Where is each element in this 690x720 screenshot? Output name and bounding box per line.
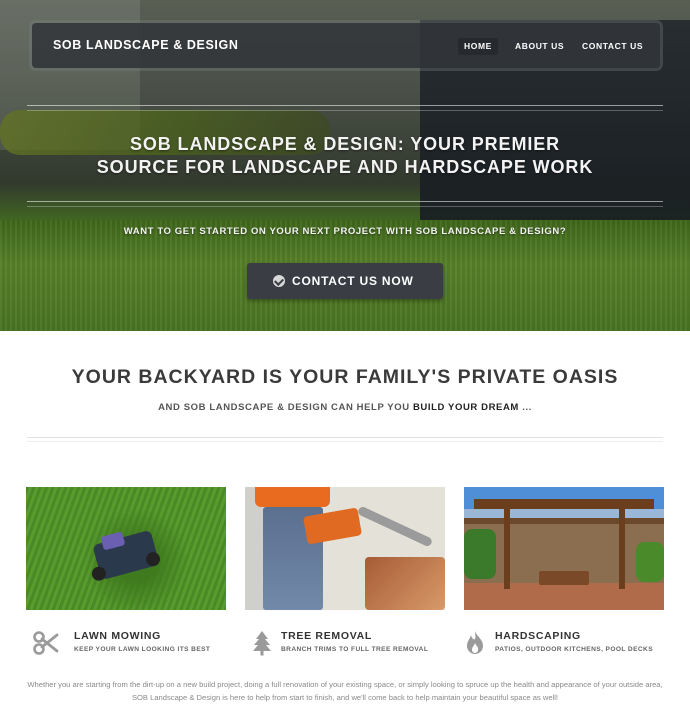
top-navbar: SOB LANDSCAPE & DESIGN HOME ABOUT US CON… — [32, 23, 660, 68]
nav-home[interactable]: HOME — [458, 38, 498, 55]
check-circle-icon — [273, 275, 285, 287]
feature-hardscaping: HARDSCAPING PATIOS, OUTDOOR KITCHENS, PO… — [454, 628, 674, 660]
section-divider — [27, 437, 663, 438]
build-your-dream-text: BUILD YOUR DREAM — [412, 402, 519, 413]
feature-lawn-mowing: LAWN MOWING KEEP YOUR LAWN LOOKING ITS B… — [33, 628, 233, 660]
patio-table — [539, 571, 589, 585]
hero-divider-top — [27, 105, 663, 106]
hero-title-line-1: SOB LANDSCAPE & DESIGN: YOUR PREMIER — [129, 134, 561, 154]
feature-title: LAWN MOWING — [74, 630, 162, 642]
hero-title: SOB LANDSCAPE & DESIGN: YOUR PREMIER SOU… — [0, 133, 690, 179]
contact-us-now-button[interactable]: CONTACT US NOW — [247, 263, 443, 299]
contact-us-now-label: CONTACT US NOW — [292, 274, 414, 288]
feature-tree-removal: TREE REMOVAL BRANCH TRIMS TO FULL TREE R… — [240, 628, 450, 660]
tree-icon — [253, 631, 271, 656]
nav-about-us[interactable]: ABOUT US — [509, 38, 570, 55]
feature-title: HARDSCAPING — [495, 630, 581, 642]
hero-divider-bottom — [27, 201, 663, 202]
section-subtitle: AND SOB LANDSCAPE & DESIGN CAN HELP YOU … — [158, 402, 532, 413]
scissors-icon — [33, 631, 59, 655]
hero-title-line-2: SOURCE FOR LANDSCAPE AND HARDSCAPE WORK — [96, 157, 594, 177]
lawn-mower-figure — [92, 529, 160, 581]
intro-paragraph: Whether you are starting from the dirt-u… — [27, 680, 663, 702]
nav-contact-us[interactable]: CONTACT US — [576, 38, 649, 55]
hero-section: SOB LANDSCAPE & DESIGN HOME ABOUT US CON… — [0, 0, 690, 331]
fire-icon — [467, 631, 483, 654]
hero-subtitle: WANT TO GET STARTED ON YOUR NEXT PROJECT… — [123, 226, 567, 237]
feature-title: TREE REMOVAL — [281, 630, 373, 642]
hardscaping-image — [464, 487, 664, 610]
feature-subtitle: PATIOS, OUTDOOR KITCHENS, POOL DECKS — [495, 646, 654, 653]
feature-subtitle: KEEP YOUR LAWN LOOKING ITS BEST — [74, 646, 211, 653]
site-brand[interactable]: SOB LANDSCAPE & DESIGN — [53, 38, 238, 52]
section-title: YOUR BACKYARD IS YOUR FAMILY'S PRIVATE O… — [71, 366, 619, 388]
feature-subtitle: BRANCH TRIMS TO FULL TREE REMOVAL — [281, 646, 429, 653]
tree-removal-image — [245, 487, 445, 610]
lawn-mowing-image — [26, 487, 226, 610]
